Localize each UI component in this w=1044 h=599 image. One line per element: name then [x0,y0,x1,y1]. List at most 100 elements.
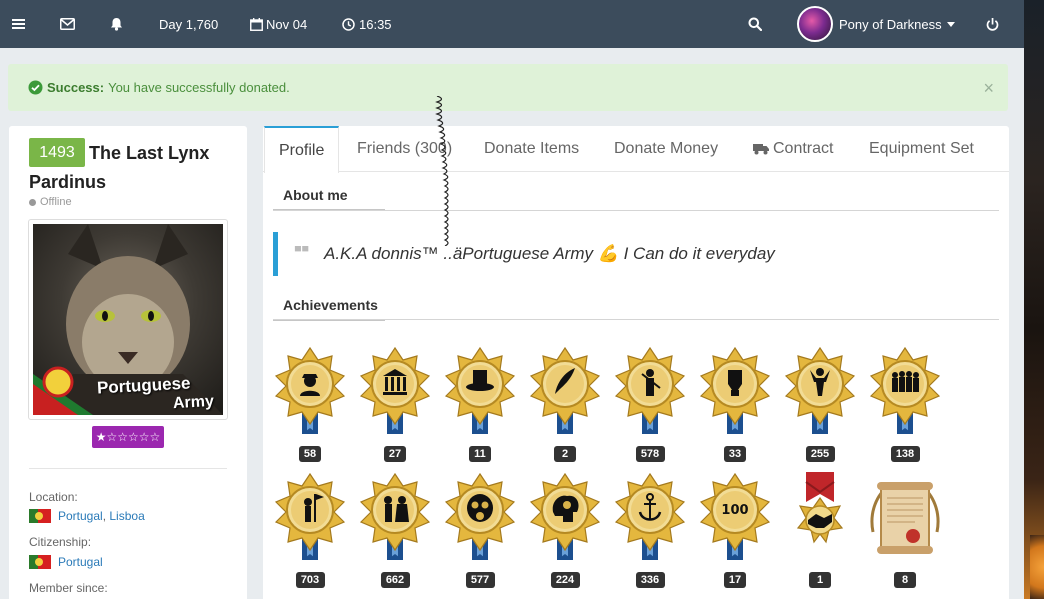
about-me-quote: ❝ A.K.A donnis™ ..äPortuguese Army 💪 I C… [273,232,999,276]
achievement-medal[interactable] [697,346,773,442]
achievement-count: 578 [635,446,665,462]
troops-icon [869,346,941,434]
strongman-icon [784,346,856,434]
date-text: Nov 04 [266,16,308,32]
handshake-medal-icon [796,472,844,544]
brain-icon [529,472,601,560]
hamburger-icon [11,19,25,29]
tab-contract-label: Contract [773,140,834,157]
calendar-icon [250,17,263,31]
success-alert: Success: You have successfully donated. … [8,64,1008,111]
achievement-medal[interactable] [442,472,518,568]
tab-equipment-set[interactable]: Equipment Set [869,126,974,172]
time-display: 16:35 [342,0,392,48]
menu-button[interactable] [4,0,32,48]
profile-card: The Last Lynx Pardinus 1493 Offline Port… [9,126,247,599]
avatar-image: Portuguese Army [33,224,223,415]
achievement-medal[interactable] [357,346,433,442]
alert-close-button[interactable]: × [983,78,994,99]
level-badge: 1493 [29,138,85,167]
quote-text: A.K.A donnis™ ..äPortuguese Army 💪 I Can… [324,244,775,263]
anchor-icon [614,472,686,560]
achievement-count: 255 [805,446,835,462]
user-menu[interactable]: Pony of Darkness [797,0,955,48]
caret-down-icon [946,21,955,27]
achievement-count: 27 [384,446,406,462]
hundred-icon: 100 [699,472,771,560]
achievement-medal[interactable] [612,346,688,442]
fist-icon [699,346,771,434]
profile-divider [29,468,227,469]
achievement-medal[interactable] [527,346,603,442]
achievement-medal[interactable] [782,472,858,568]
achievement-count: 17 [724,572,746,588]
rifleman-icon [614,346,686,434]
couple-icon [359,472,431,560]
achievement-medal[interactable] [782,346,858,442]
envelope-icon [59,18,75,30]
member-since-label: Member since: [29,581,108,595]
tab-contract[interactable]: Contract [753,126,833,172]
online-status: Offline [29,196,72,208]
alert-message: You have successfully donated. [108,80,290,95]
building-icon [359,346,431,434]
achievement-medal[interactable] [272,346,348,442]
about-me-heading: About me [273,187,385,211]
search-button[interactable] [741,0,769,48]
flag-bearer-icon [274,472,346,560]
bell-icon [110,18,122,31]
achievement-medal[interactable]: 100 [697,472,773,568]
quote-icon: ❝ [292,246,312,262]
content-card: Profile Friends (300) Donate Items Donat… [263,126,1009,599]
messages-button[interactable] [53,0,81,48]
achievements-heading: Achievements [273,297,385,321]
citizenship-link[interactable]: Portugal [58,555,103,569]
achievement-medal[interactable] [272,472,348,568]
date-display: Nov 04 [250,0,307,48]
day-counter: Day 1,760 [159,16,219,32]
logout-button[interactable] [978,0,1006,48]
top-navbar: Day 1,760 Nov 04 16:35 Pony of Darkness [0,0,1024,48]
alert-strong: Success: [47,80,105,95]
achievement-count: 703 [295,572,325,588]
gas-mask-icon [444,472,516,560]
achievement-count: 138 [890,446,920,462]
check-circle-icon [28,80,43,95]
achievement-count: 336 [635,572,665,588]
achievement-count: 577 [465,572,495,588]
status-text: Offline [40,196,72,208]
location-label: Location: [29,490,78,504]
achievement-medal[interactable] [612,472,688,568]
avatar-caption-2: Army [172,392,215,413]
achievement-medal[interactable] [527,472,603,568]
achievement-count: 224 [550,572,580,588]
notifications-button[interactable] [102,0,130,48]
location-value: Portugal, Lisboa [29,509,145,523]
top-hat-icon [444,346,516,434]
tab-donate-money[interactable]: Donate Money [614,126,718,172]
achievement-medal[interactable] [867,472,943,568]
achievement-count: 33 [724,446,746,462]
about-me-rule [273,210,999,211]
achievements-rule [273,319,999,320]
svg-text:100: 100 [721,503,748,518]
tab-profile[interactable]: Profile [264,126,340,173]
achievement-medal[interactable] [867,346,943,442]
background-strip [1024,0,1044,599]
tab-donate-items[interactable]: Donate Items [484,126,579,172]
achievement-count: 58 [299,446,321,462]
achievement-medal[interactable] [442,346,518,442]
power-icon [986,17,998,31]
citizenship-label: Citizenship: [29,535,92,549]
scribble-artifact [435,96,449,246]
achievement-count: 2 [554,446,576,462]
portugal-flag-icon [29,509,51,523]
quill-icon [529,346,601,434]
achievement-medal[interactable] [357,472,433,568]
achievement-count: 8 [894,572,916,588]
location-separator: , [102,509,110,523]
citizenship-value: Portugal [29,555,103,569]
location-country-link[interactable]: Portugal [58,509,103,523]
achievement-count: 11 [469,446,491,462]
location-region-link[interactable]: Lisboa [109,509,144,523]
